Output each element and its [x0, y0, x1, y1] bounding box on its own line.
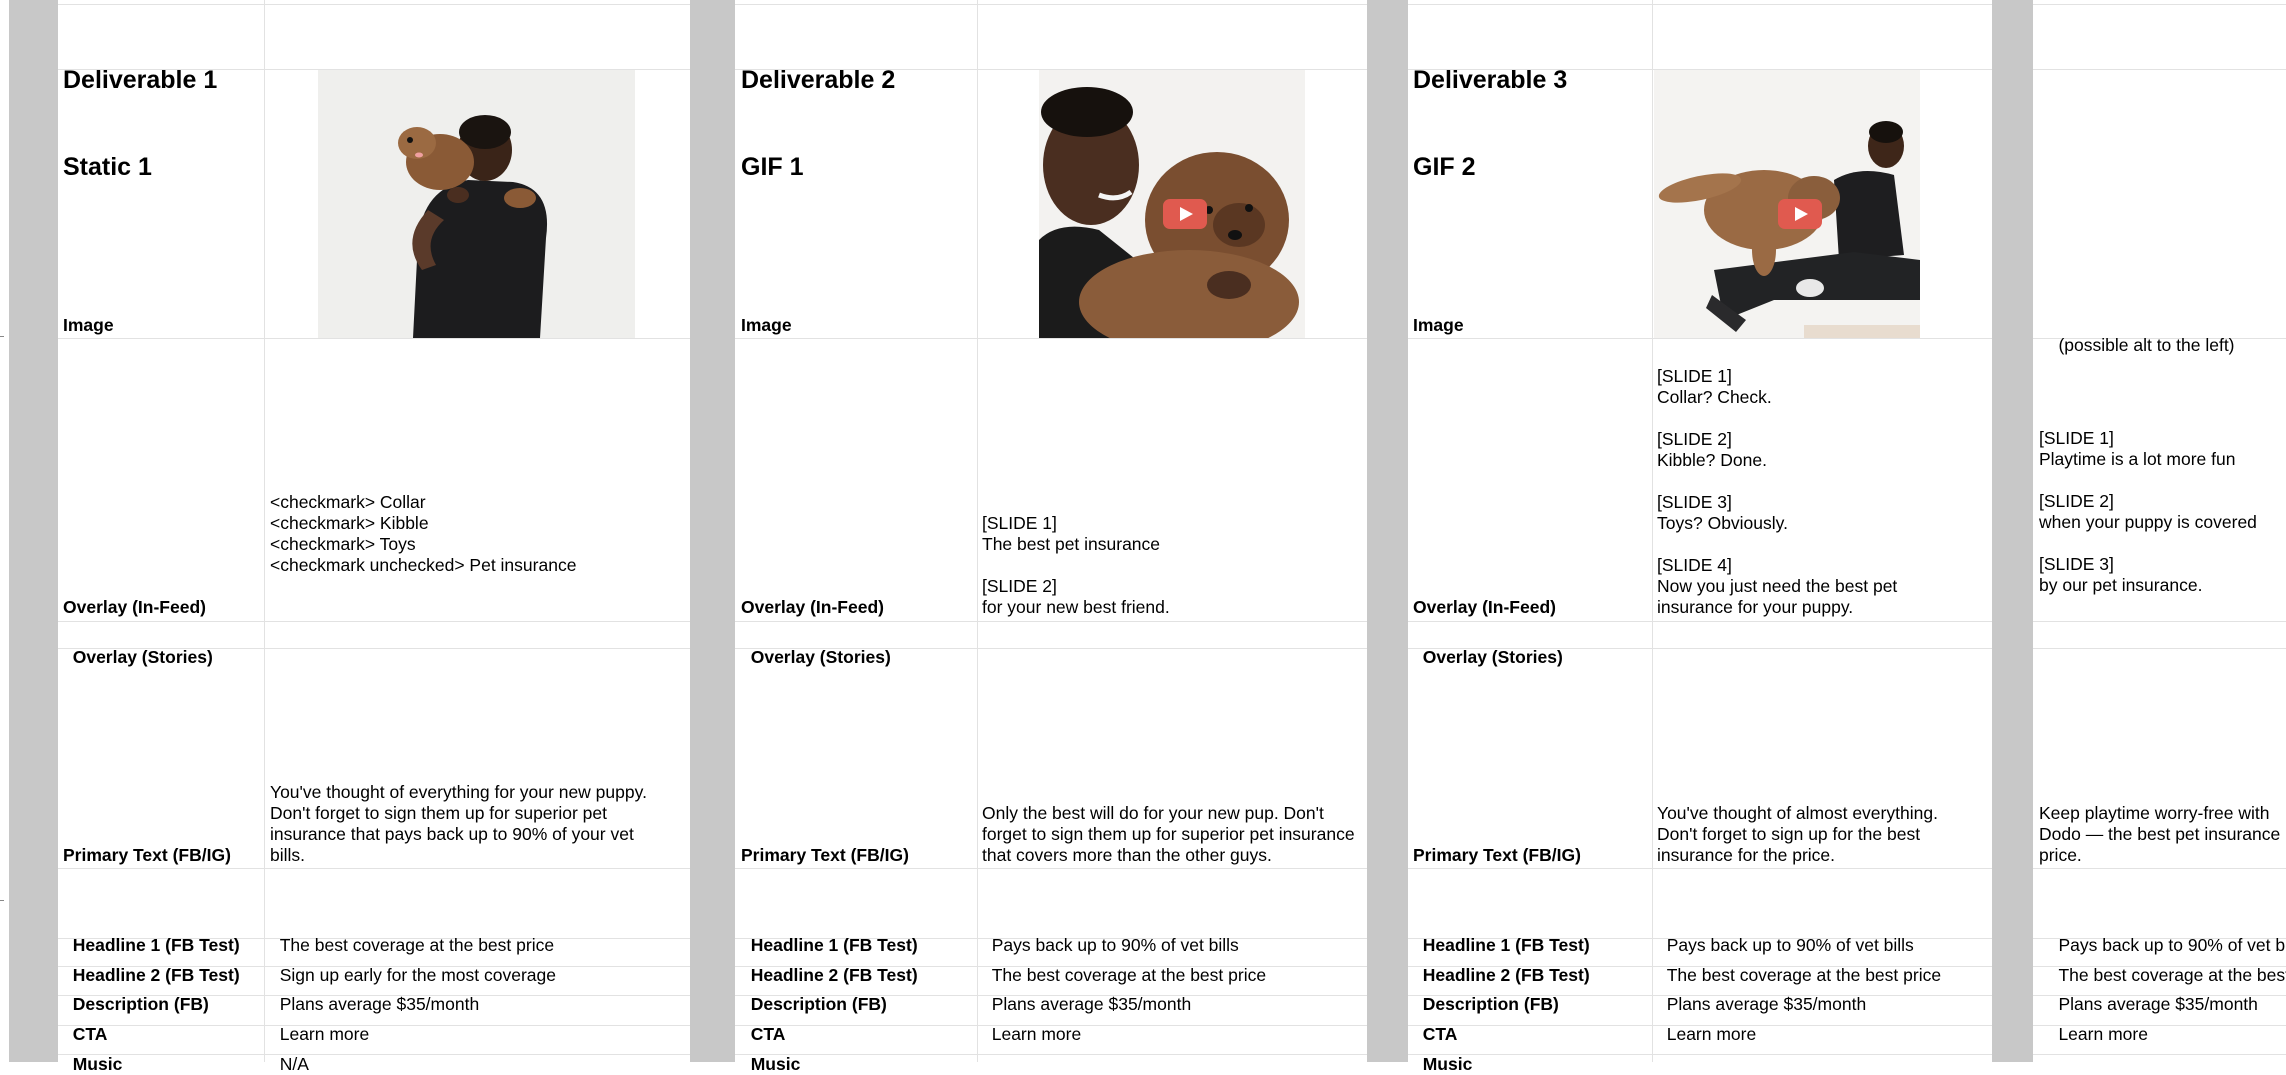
overlay-infeed-text[interactable]: [SLIDE 1] Playtime is a lot more fun [SL… [2039, 340, 2286, 596]
primary-text-label: Primary Text (FB/IG) [1413, 845, 1581, 865]
gridline [735, 338, 1367, 339]
primary-text-label: Primary Text (FB/IG) [63, 845, 231, 865]
gridline [735, 621, 1367, 622]
music-label: Music [750, 1054, 801, 1074]
overlay-infeed-text[interactable]: [SLIDE 1] The best pet insurance [SLIDE … [982, 340, 1362, 618]
overlay-infeed-text[interactable]: <checkmark> Collar <checkmark> Kibble <c… [270, 340, 670, 576]
gridline [58, 338, 690, 339]
column-separator [1992, 0, 2033, 1062]
gridline [735, 4, 1367, 5]
music-text[interactable] [1657, 1033, 1972, 1075]
deliverable-2-image[interactable] [1039, 70, 1305, 338]
cta-text[interactable]: Learn more [2039, 1003, 2286, 1062]
gridline [1408, 868, 1992, 869]
gridline [1408, 4, 1992, 5]
gridline [58, 868, 690, 869]
gridline [735, 868, 1367, 869]
primary-text[interactable]: Keep playtime worry-free with Dodo — the… [2039, 650, 2286, 866]
video-play-icon[interactable] [1163, 199, 1207, 229]
overlay-infeed-label: Overlay (In-Feed) [741, 597, 884, 617]
image-label: Image [63, 315, 114, 335]
gridline [58, 621, 690, 622]
primary-text[interactable]: Only the best will do for your new pup. … [982, 650, 1362, 866]
primary-text-label: Primary Text (FB/IG) [741, 845, 909, 865]
image-label: Image [1413, 315, 1464, 335]
primary-text[interactable]: You've thought of everything for your ne… [270, 650, 672, 866]
music-text[interactable]: N/A [270, 1033, 670, 1075]
video-play-icon[interactable] [1778, 199, 1822, 229]
image-label: Image [741, 315, 792, 335]
deliverable-3-image[interactable] [1654, 70, 1920, 338]
gridline [58, 4, 690, 5]
column-separator [1367, 0, 1408, 1062]
deliverable-1-image [318, 70, 635, 338]
gridline [1408, 338, 1992, 339]
overlay-infeed-label: Overlay (In-Feed) [1413, 597, 1556, 617]
music-label: Music [72, 1054, 123, 1074]
column-separator [9, 0, 58, 1062]
deliverable-4-column: (possible alt to the left) [SLIDE 1] Pla… [2037, 0, 2286, 1062]
overlay-infeed-label: Overlay (In-Feed) [63, 597, 206, 617]
gridline [1408, 621, 1992, 622]
column-separator [690, 0, 735, 1062]
music-label: Music [1422, 1054, 1473, 1074]
primary-text[interactable]: You've thought of almost everything. Don… [1657, 650, 1972, 866]
music-text[interactable] [982, 1033, 1362, 1075]
overlay-infeed-text[interactable]: [SLIDE 1] Collar? Check. [SLIDE 2] Kibbl… [1657, 340, 1972, 618]
